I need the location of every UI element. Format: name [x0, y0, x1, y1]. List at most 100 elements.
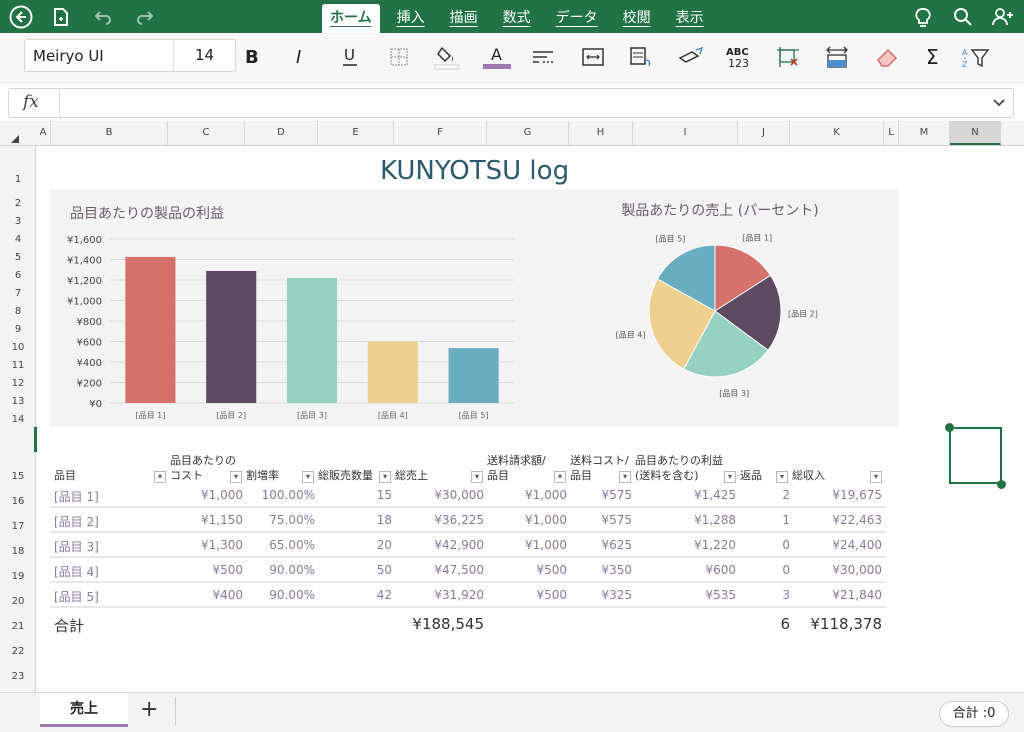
table-header[interactable]: (送料を含む)	[635, 469, 699, 483]
row-header-15[interactable]: 15	[0, 471, 36, 482]
eraser-icon[interactable]	[872, 42, 902, 72]
row-header-23[interactable]: 23	[0, 671, 36, 682]
filter-dropdown-icon[interactable]: ▾	[154, 471, 166, 483]
column-header-m[interactable]: M	[899, 121, 950, 145]
font-color-icon[interactable]: A	[482, 42, 512, 72]
cell-selection[interactable]	[949, 427, 1002, 484]
table-cell[interactable]: 75.00%	[235, 513, 315, 527]
back-icon[interactable]	[8, 4, 34, 30]
column-header-i[interactable]: I	[633, 121, 738, 145]
tab-3[interactable]: 数式	[495, 4, 539, 33]
search-icon[interactable]	[950, 4, 976, 30]
file-icon[interactable]	[48, 4, 74, 30]
table-header[interactable]: 返品	[740, 469, 762, 483]
total-revenue[interactable]: ¥118,378	[782, 615, 882, 633]
share-person-icon[interactable]	[990, 4, 1016, 30]
tab-2[interactable]: 描画	[442, 4, 486, 33]
filter-dropdown-icon[interactable]: ▾	[776, 471, 788, 483]
row-header-17[interactable]: 17	[0, 521, 36, 532]
row-header-13[interactable]: 13	[0, 396, 36, 407]
table-cell[interactable]: ¥500	[163, 563, 243, 577]
tab-1[interactable]: 挿入	[389, 4, 433, 33]
number-format-icon[interactable]	[626, 42, 656, 72]
underline-icon[interactable]: U	[335, 42, 365, 72]
sort-filter-icon[interactable]: AZ	[962, 42, 992, 72]
italic-icon[interactable]: I	[285, 42, 315, 72]
redo-icon[interactable]	[132, 4, 158, 30]
row-header-19[interactable]: 19	[0, 571, 36, 582]
table-cell[interactable]: ¥30,000	[404, 488, 484, 502]
delete-cells-icon[interactable]	[773, 42, 803, 72]
row-header-9[interactable]: 9	[0, 324, 36, 335]
align-icon[interactable]	[528, 42, 558, 72]
column-header-n[interactable]: N	[950, 121, 1001, 145]
table-cell[interactable]: 2	[710, 488, 790, 502]
table-cell-item[interactable]: [品目 5]	[54, 588, 99, 605]
sheet-tab-sales[interactable]: 売上	[40, 693, 128, 727]
table-cell[interactable]: 3	[710, 588, 790, 602]
undo-icon[interactable]	[90, 4, 116, 30]
table-cell[interactable]: ¥1,000	[163, 488, 243, 502]
table-header[interactable]: 総販売数量	[318, 469, 373, 483]
tab-0[interactable]: ホーム	[322, 4, 380, 33]
filter-dropdown-icon[interactable]: ▾	[379, 471, 391, 483]
lightbulb-icon[interactable]	[910, 4, 936, 30]
table-cell[interactable]: 50	[312, 563, 392, 577]
filter-dropdown-icon[interactable]: ▾	[471, 471, 483, 483]
fill-color-icon[interactable]	[432, 42, 462, 72]
table-cell-item[interactable]: [品目 2]	[54, 513, 99, 530]
table-cell[interactable]: ¥1,300	[163, 538, 243, 552]
filter-dropdown-icon[interactable]: ▾	[230, 471, 242, 483]
selection-handle-bottom-right[interactable]	[997, 480, 1006, 489]
table-header[interactable]: コスト	[170, 469, 203, 483]
table-header[interactable]: 総収入	[792, 469, 825, 483]
tab-5[interactable]: 校閲	[615, 4, 659, 33]
pie-chart[interactable]: 製品あたりの売上 (パーセント) [品目 1] [品目 2] [品目 3] [品目 4]…	[590, 189, 850, 427]
table-cell[interactable]: ¥22,463	[802, 513, 882, 527]
table-cell[interactable]: 65.00%	[235, 538, 315, 552]
chevron-down-icon[interactable]	[991, 95, 1007, 115]
font-name[interactable]: Meiryo UI	[25, 47, 173, 65]
autosum-icon[interactable]: Σ	[918, 42, 948, 72]
borders-icon[interactable]	[384, 42, 414, 72]
total-sales[interactable]: ¥188,545	[384, 615, 484, 633]
row-header-3[interactable]: 3	[0, 216, 36, 227]
filter-dropdown-icon[interactable]: ▾	[302, 471, 314, 483]
table-cell[interactable]: 0	[710, 538, 790, 552]
row-header-20[interactable]: 20	[0, 596, 36, 607]
selection-handle-top-left[interactable]	[945, 423, 954, 432]
table-header[interactable]: 品目	[570, 469, 592, 483]
table-cell[interactable]: ¥21,840	[802, 588, 882, 602]
table-cell[interactable]: ¥575	[552, 488, 632, 502]
table-cell[interactable]: ¥625	[552, 538, 632, 552]
total-label[interactable]: 合計	[54, 615, 84, 636]
column-header-a[interactable]: A	[36, 121, 51, 145]
table-header[interactable]: 品目	[54, 469, 76, 483]
tab-4[interactable]: データ	[548, 4, 606, 33]
row-header-18[interactable]: 18	[0, 546, 36, 557]
row-header-4[interactable]: 4	[0, 234, 36, 245]
row-header-11[interactable]: 11	[0, 360, 36, 371]
table-cell[interactable]: 0	[710, 563, 790, 577]
cell-style-icon[interactable]	[676, 42, 706, 72]
table-cell[interactable]: ¥325	[552, 588, 632, 602]
column-header-c[interactable]: C	[168, 121, 245, 145]
status-sum[interactable]: 合計 :0	[939, 701, 1009, 727]
table-cell[interactable]: 1	[710, 513, 790, 527]
font-selector[interactable]: Meiryo UI 14	[24, 39, 236, 72]
row-header-1[interactable]: 1	[0, 174, 36, 185]
table-cell[interactable]: ¥24,400	[802, 538, 882, 552]
wrap-text-icon[interactable]	[578, 42, 608, 72]
table-header[interactable]: 品目	[487, 469, 509, 483]
row-header-6[interactable]: 6	[0, 270, 36, 281]
table-cell[interactable]: ¥575	[552, 513, 632, 527]
table-cell[interactable]: 42	[312, 588, 392, 602]
table-header[interactable]: 割増率	[246, 469, 279, 483]
filter-dropdown-icon[interactable]: ▾	[554, 471, 566, 483]
row-header-12[interactable]: 12	[0, 378, 36, 389]
chart-panel[interactable]: 品目あたりの製品の利益 ¥1,600 ¥1,400 ¥1,200 ¥1,000 ¥800 ¥…	[50, 189, 899, 427]
filter-dropdown-icon[interactable]: ▾	[619, 471, 631, 483]
column-header-d[interactable]: D	[245, 121, 318, 145]
table-cell[interactable]: ¥1,150	[163, 513, 243, 527]
spelling-icon[interactable]: ABC 123	[724, 42, 754, 72]
